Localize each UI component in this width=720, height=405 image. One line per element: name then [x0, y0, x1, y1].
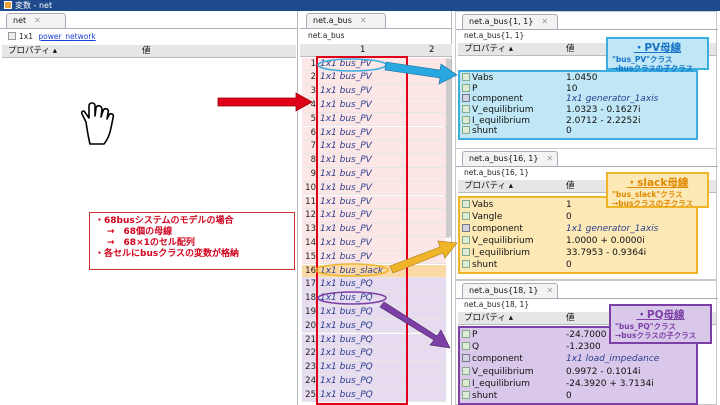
arrow-overlay	[80, 58, 458, 349]
pv-cell-oval	[317, 58, 387, 72]
arrow-to-slack-panel	[389, 240, 458, 274]
pq-cell-oval	[317, 291, 387, 305]
slack-cell-oval	[315, 263, 389, 277]
arrow-to-pv-panel	[384, 61, 458, 85]
arrow-to-pq-panel	[379, 301, 451, 349]
hand-cursor-icon	[80, 102, 115, 145]
arrow-to-cell-array	[217, 92, 313, 112]
